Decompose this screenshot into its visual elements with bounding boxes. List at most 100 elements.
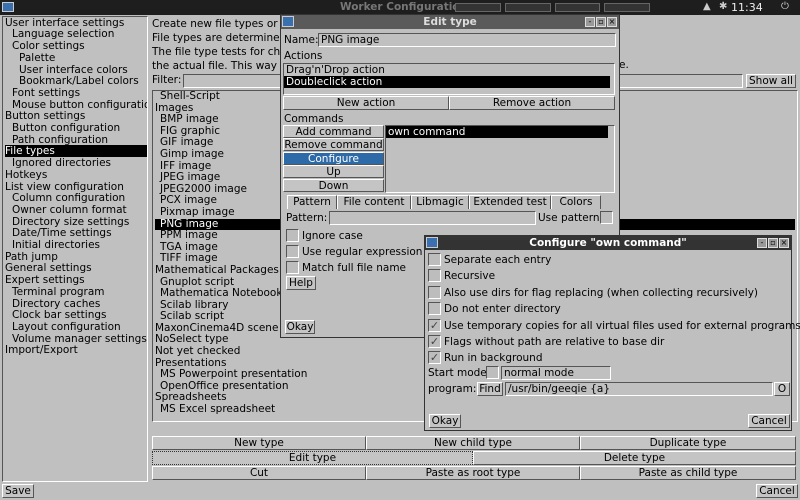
use-regex-checkbox[interactable] xyxy=(286,245,299,258)
cancel-button[interactable]: Cancel xyxy=(756,484,798,498)
down-button[interactable]: Down xyxy=(283,178,384,192)
sidebar-item[interactable]: Layout configuration xyxy=(5,321,147,333)
find-button[interactable]: Find xyxy=(477,382,503,396)
option-checkbox[interactable]: ✓ xyxy=(428,318,441,332)
remove-command-button[interactable]: Remove command xyxy=(283,138,384,152)
sidebar-item[interactable]: List view configuration xyxy=(5,181,147,193)
sidebar-item[interactable]: Button configuration xyxy=(5,122,147,134)
option-checkbox[interactable] xyxy=(428,253,441,266)
sidebar-item[interactable]: Terminal program xyxy=(5,286,147,298)
option-checkbox[interactable]: ✓ xyxy=(428,351,441,365)
maximize-icon[interactable]: ▫ xyxy=(768,238,778,248)
sidebar-item[interactable]: Owner column format xyxy=(5,204,147,216)
tab-file-content[interactable]: File content xyxy=(337,195,411,209)
up-button[interactable]: Up xyxy=(283,165,384,179)
tab-colors[interactable]: Colors xyxy=(551,195,601,209)
sidebar-item[interactable]: Button settings xyxy=(5,110,147,122)
paste-child-button[interactable]: Paste as child type xyxy=(580,466,796,480)
start-mode-select[interactable]: normal mode xyxy=(501,366,611,380)
sidebar-item[interactable]: Font settings xyxy=(5,87,147,99)
configure-okay-button[interactable]: Okay xyxy=(429,414,461,428)
task-icon[interactable] xyxy=(554,3,601,12)
new-child-type-button[interactable]: New child type xyxy=(366,436,580,450)
option-checkbox[interactable] xyxy=(428,285,441,299)
configure-button[interactable]: Configure xyxy=(283,151,384,165)
settings-sidebar[interactable]: User interface settings Language selectio… xyxy=(2,16,148,482)
sidebar-item[interactable]: Palette xyxy=(5,52,147,64)
name-input[interactable]: PNG image xyxy=(318,33,616,47)
sidebar-item[interactable]: Directory caches xyxy=(5,298,147,310)
sidebar-item[interactable]: Path configuration xyxy=(5,134,147,146)
match-full-checkbox[interactable] xyxy=(286,261,299,274)
sidebar-item[interactable]: Bookmark/Label colors xyxy=(5,75,147,87)
bluetooth-icon[interactable]: ✱ xyxy=(719,1,727,12)
name-label: Name: xyxy=(284,34,319,46)
sidebar-item[interactable]: Date/Time settings xyxy=(5,227,147,239)
configure-cancel-button[interactable]: Cancel xyxy=(748,414,790,428)
filter-label: Filter: xyxy=(152,74,182,86)
sidebar-item[interactable]: Column configuration xyxy=(5,192,147,204)
program-options-button[interactable]: O xyxy=(774,382,790,396)
edit-type-button[interactable]: Edit type xyxy=(152,451,473,465)
sidebar-item[interactable]: Color settings xyxy=(5,40,147,52)
option-checkbox[interactable]: ✓ xyxy=(428,335,441,348)
sidebar-item[interactable]: User interface settings xyxy=(5,17,147,29)
sidebar-item[interactable]: Import/Export xyxy=(5,344,147,356)
paste-root-button[interactable]: Paste as root type xyxy=(366,466,580,480)
close-icon[interactable]: × xyxy=(779,238,789,248)
remove-action-button[interactable]: Remove action xyxy=(449,96,615,110)
sidebar-item[interactable]: Clock bar settings xyxy=(5,309,147,321)
sidebar-item[interactable]: User interface colors xyxy=(5,64,147,76)
sidebar-item[interactable]: File types xyxy=(5,145,147,158)
edit-type-title: Edit type xyxy=(423,16,477,28)
edit-type-titlebar[interactable]: Edit type xyxy=(281,15,619,29)
ignore-case-checkbox[interactable] xyxy=(286,229,299,242)
tab-extended-test[interactable]: Extended test xyxy=(469,195,551,209)
minimize-icon[interactable]: - xyxy=(757,238,767,248)
program-label: program: xyxy=(428,383,477,395)
commands-list[interactable]: own command xyxy=(385,125,615,193)
cut-button[interactable]: Cut xyxy=(152,466,366,480)
clock[interactable]: 11:34 xyxy=(731,1,763,14)
sidebar-item[interactable]: Mouse button configuration xyxy=(5,99,147,111)
minimize-icon[interactable]: - xyxy=(585,17,595,27)
action-item[interactable]: Drag'n'Drop action xyxy=(284,64,610,76)
use-pattern-checkbox[interactable] xyxy=(600,211,613,224)
command-item[interactable]: own command xyxy=(386,126,608,138)
okay-button[interactable]: Okay xyxy=(285,320,315,334)
task-icon[interactable] xyxy=(504,3,551,12)
option-checkbox[interactable] xyxy=(428,269,441,283)
help-button[interactable]: Help xyxy=(286,276,316,290)
sidebar-item[interactable]: Volume manager settings xyxy=(5,333,147,345)
maximize-icon[interactable]: ▫ xyxy=(596,17,606,27)
task-icon[interactable] xyxy=(604,3,650,12)
new-action-button[interactable]: New action xyxy=(283,96,449,110)
sidebar-item[interactable]: General settings xyxy=(5,262,147,274)
sidebar-item[interactable]: Path jump xyxy=(5,251,147,263)
show-all-button[interactable]: Show all xyxy=(746,74,796,88)
new-type-button[interactable]: New type xyxy=(152,436,366,450)
sidebar-item[interactable]: Expert settings xyxy=(5,274,147,286)
option-checkbox[interactable] xyxy=(428,302,441,316)
program-input[interactable]: /usr/bin/geeqie {a} xyxy=(505,382,773,396)
tab-libmagic[interactable]: Libmagic xyxy=(411,195,469,209)
add-command-button[interactable]: Add command xyxy=(283,125,384,138)
task-icon[interactable] xyxy=(455,3,501,12)
sidebar-item[interactable]: Initial directories xyxy=(5,239,147,251)
action-item[interactable]: Doubleclick action xyxy=(284,76,610,88)
sidebar-item[interactable]: Hotkeys xyxy=(5,169,147,181)
sidebar-item[interactable]: Language selection xyxy=(5,28,147,40)
sidebar-item[interactable]: Ignored directories xyxy=(5,157,147,169)
configure-titlebar[interactable]: Configure "own command" xyxy=(425,236,791,250)
sidebar-item[interactable]: Directory size settings xyxy=(5,216,147,228)
notification-icon[interactable]: ▲ xyxy=(703,1,711,12)
power-icon[interactable]: ⏻ xyxy=(781,1,789,12)
tab-pattern[interactable]: Pattern xyxy=(287,195,337,209)
close-icon[interactable]: × xyxy=(607,17,617,27)
actions-list[interactable]: Drag'n'Drop action Doubleclick action xyxy=(283,63,615,95)
duplicate-type-button[interactable]: Duplicate type xyxy=(580,436,796,450)
start-mode-toggle-icon[interactable] xyxy=(486,366,499,379)
save-button[interactable]: Save xyxy=(2,484,34,498)
delete-type-button[interactable]: Delete type xyxy=(473,451,796,465)
pattern-input[interactable] xyxy=(329,211,536,225)
